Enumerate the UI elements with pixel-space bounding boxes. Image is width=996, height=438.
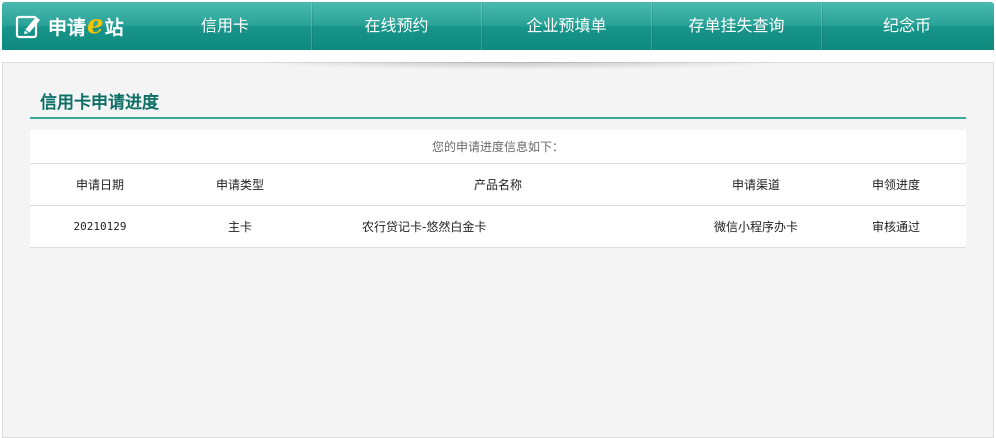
column-header-channel: 申请渠道 — [731, 178, 780, 192]
main-nav: 信用卡 在线预约 企业预填单 存单挂失查询 纪念币 — [139, 2, 992, 50]
table-header-row: 申请日期 申请类型 产品名称 申请渠道 申领进度 — [30, 164, 966, 206]
cell-status: 审核通过 — [871, 220, 920, 234]
table-caption: 您的申请进度信息如下： — [30, 130, 966, 164]
panel-top-shadow — [250, 62, 790, 70]
cell-product: 农行贷记卡-悠然白金卡 — [362, 220, 487, 234]
nav-item-online-appointment[interactable]: 在线预约 — [311, 2, 481, 50]
cell-channel: 微信小程序办卡 — [713, 220, 798, 234]
edit-form-icon — [15, 15, 40, 39]
cell-type: 主卡 — [227, 220, 252, 234]
top-navigation-bar: 申请e站 信用卡 在线预约 企业预填单 存单挂失查询 纪念币 — [2, 2, 994, 50]
title-divider — [30, 117, 966, 119]
nav-item-deposit-loss-query[interactable]: 存单挂失查询 — [651, 2, 821, 50]
nav-item-credit-card[interactable]: 信用卡 — [139, 2, 311, 50]
column-header-status: 申领进度 — [871, 178, 920, 192]
cell-date: 20210129 — [73, 220, 127, 233]
logo-e-glyph: e — [87, 10, 104, 40]
logo-text: 申请e站 — [48, 10, 124, 40]
column-header-product: 产品名称 — [473, 178, 522, 192]
nav-item-commemorative-coin[interactable]: 纪念币 — [821, 2, 992, 50]
table-row: 20210129 主卡 农行贷记卡-悠然白金卡 微信小程序办卡 审核通过 — [30, 206, 966, 248]
page-title: 信用卡申请进度 — [40, 93, 159, 113]
column-header-type: 申请类型 — [215, 178, 264, 192]
nav-item-enterprise-prefill[interactable]: 企业预填单 — [481, 2, 651, 50]
application-progress-table: 您的申请进度信息如下： 申请日期 申请类型 产品名称 申请渠道 申领进度 202… — [30, 130, 966, 248]
column-header-date: 申请日期 — [75, 178, 124, 192]
site-logo[interactable]: 申请e站 — [14, 10, 124, 42]
